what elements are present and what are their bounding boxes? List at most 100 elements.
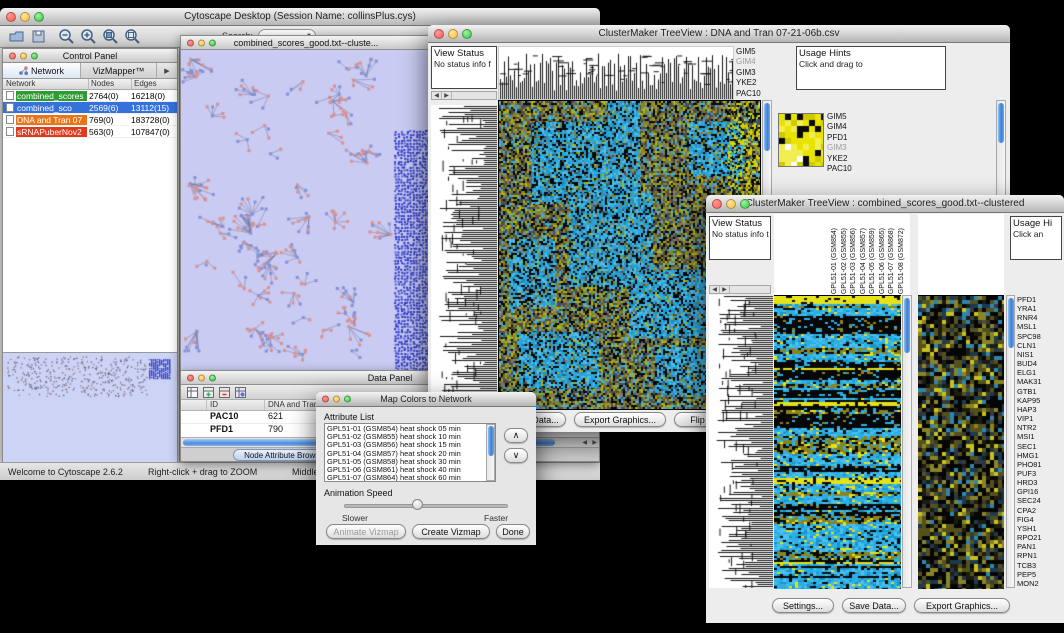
button-label: Create Vizmap bbox=[421, 527, 480, 537]
zoom-button[interactable] bbox=[740, 199, 750, 209]
zoom-button[interactable] bbox=[344, 396, 351, 403]
minimize-button[interactable] bbox=[333, 396, 340, 403]
attribute-item[interactable]: GPL51-06 (GSM861) heat shock 40 min bbox=[327, 466, 493, 474]
network-view-titlebar[interactable]: combined_scores_good.txt--cluste... bbox=[181, 36, 431, 50]
zoom-out-icon[interactable] bbox=[58, 28, 75, 45]
network-list-row[interactable]: combined_scores2764(0)16218(0) bbox=[3, 90, 177, 102]
tv2-dendro-hscrollbar[interactable]: ◀ ▶ bbox=[709, 285, 771, 294]
zoom-button[interactable] bbox=[209, 39, 216, 46]
tv1-dendro-hscrollbar[interactable]: ◀ ▶ bbox=[431, 91, 497, 100]
tab-vizmapper[interactable]: VizMapper™ bbox=[81, 63, 157, 78]
attribute-item[interactable]: GPL51-03 (GSM856) heat shock 15 min bbox=[327, 441, 493, 449]
close-button[interactable] bbox=[434, 29, 444, 39]
minimize-button[interactable] bbox=[726, 199, 736, 209]
vscroll-thumb[interactable] bbox=[764, 103, 770, 151]
birdseye-view-canvas[interactable] bbox=[3, 352, 177, 463]
save-session-icon[interactable] bbox=[30, 28, 47, 45]
tab-overflow-button[interactable]: ▶ bbox=[157, 63, 177, 78]
minimize-button[interactable] bbox=[20, 52, 27, 59]
column-label: GPL51-05 (GSM859) bbox=[869, 228, 876, 294]
delete-attribute-icon[interactable] bbox=[219, 387, 230, 398]
select-attributes-icon[interactable] bbox=[187, 387, 198, 398]
network-list-row[interactable]: sRNAPuberNov2563(0)107847(0) bbox=[3, 126, 177, 138]
zoom-in-icon[interactable] bbox=[80, 28, 97, 45]
close-button[interactable] bbox=[187, 39, 194, 46]
tv1-column-dendrogram[interactable] bbox=[498, 46, 734, 100]
scroll-right-arrow[interactable]: ▶ bbox=[592, 439, 597, 446]
scroll-right-arrow[interactable]: ▶ bbox=[720, 286, 730, 293]
scroll-right-arrow[interactable]: ▶ bbox=[442, 92, 452, 99]
gene-label: GIM3 bbox=[736, 68, 770, 78]
create-vizmap-button[interactable]: Create Vizmap bbox=[412, 524, 490, 539]
zoom-fit-icon[interactable] bbox=[124, 28, 141, 45]
create-attribute-icon[interactable] bbox=[203, 387, 214, 398]
column-header-network[interactable]: Network bbox=[3, 79, 89, 89]
tv1-row-dendrogram[interactable] bbox=[431, 105, 497, 408]
tv2-save-data-button[interactable]: Save Data... bbox=[842, 598, 906, 613]
speed-slider-thumb[interactable] bbox=[412, 499, 423, 510]
vscroll-thumb[interactable] bbox=[904, 298, 910, 353]
attribute-item[interactable]: GPL51-04 (GSM857) heat shock 20 min bbox=[327, 450, 493, 458]
scroll-left-arrow[interactable]: ◀ bbox=[432, 92, 442, 99]
attribute-item[interactable]: GPL51-05 (GSM858) heat shock 30 min bbox=[327, 458, 493, 466]
tv2-heatmap-vscrollbar[interactable] bbox=[902, 295, 912, 588]
move-up-button[interactable]: ∧ bbox=[504, 428, 528, 443]
tv2-titlebar[interactable]: ClusterMaker TreeView : combined_scores_… bbox=[706, 195, 1064, 213]
close-button[interactable] bbox=[187, 374, 194, 381]
done-button[interactable]: Done bbox=[496, 524, 530, 539]
attribute-item[interactable]: GPL51-02 (GSM855) heat shock 10 min bbox=[327, 433, 493, 441]
zoom-button[interactable] bbox=[462, 29, 472, 39]
attribute-item[interactable]: GPL51-01 (GSM854) heat shock 05 min bbox=[327, 425, 493, 433]
map-dialog-titlebar[interactable]: Map Colors to Network bbox=[316, 392, 536, 407]
minimize-button[interactable] bbox=[198, 39, 205, 46]
vscroll-thumb[interactable] bbox=[488, 426, 494, 456]
network-list-row[interactable]: DNA and Tran 07769(0)183728(0) bbox=[3, 114, 177, 126]
tv2-window-title: ClusterMaker TreeView : combined_scores_… bbox=[746, 198, 1025, 209]
tv1-summary-heatmap[interactable] bbox=[778, 113, 824, 167]
tv2-view-status-panel: View Status No status info t bbox=[709, 216, 771, 260]
up-arrow-icon: ∧ bbox=[513, 430, 520, 441]
close-button[interactable] bbox=[6, 12, 16, 22]
minimize-button[interactable] bbox=[448, 29, 458, 39]
tv2-heatmap-canvas[interactable] bbox=[774, 295, 901, 589]
vscroll-thumb[interactable] bbox=[998, 103, 1004, 143]
attribute-item[interactable]: GPL51-07 (GSM864) heat shock 60 min bbox=[327, 474, 493, 482]
close-button[interactable] bbox=[712, 199, 722, 209]
speed-slider-track[interactable] bbox=[344, 504, 508, 508]
open-session-icon[interactable] bbox=[8, 28, 25, 45]
control-panel-titlebar[interactable]: Control Panel bbox=[3, 49, 177, 63]
close-button[interactable] bbox=[9, 52, 16, 59]
tab-network[interactable]: Network bbox=[3, 63, 81, 78]
attribute-list-scrollbar[interactable] bbox=[486, 424, 495, 481]
attribute-function-icon[interactable] bbox=[235, 387, 246, 398]
column-header-edges[interactable]: Edges bbox=[132, 79, 177, 89]
tv2-genelist-vscrollbar[interactable] bbox=[1006, 295, 1015, 588]
tv2-row-dendrogram[interactable] bbox=[709, 295, 773, 588]
network-graph-canvas[interactable] bbox=[181, 50, 431, 371]
zoom-button[interactable] bbox=[31, 52, 38, 59]
zoom-selected-icon[interactable] bbox=[102, 28, 119, 45]
column-header-id[interactable]: ID bbox=[207, 400, 265, 410]
tv2-settings-button[interactable]: Settings... bbox=[772, 598, 834, 613]
vscroll-thumb[interactable] bbox=[1008, 298, 1014, 348]
column-header-nodes[interactable]: Nodes bbox=[89, 79, 132, 89]
scroll-left-arrow[interactable]: ◀ bbox=[582, 439, 587, 446]
minimize-button[interactable] bbox=[198, 374, 205, 381]
scroll-left-arrow[interactable]: ◀ bbox=[710, 286, 720, 293]
frame-controls bbox=[187, 374, 216, 381]
network-file-icon bbox=[6, 103, 14, 112]
tv1-export-graphics-button[interactable]: Export Graphics... bbox=[574, 412, 666, 427]
tv2-export-graphics-button[interactable]: Export Graphics... bbox=[914, 598, 1010, 613]
minimize-button[interactable] bbox=[20, 12, 30, 22]
gene-label: GIM3 bbox=[827, 143, 871, 153]
main-titlebar[interactable]: Cytoscape Desktop (Session Name: collins… bbox=[0, 8, 600, 26]
tv1-titlebar[interactable]: ClusterMaker TreeView : DNA and Tran 07-… bbox=[428, 25, 1010, 43]
move-down-button[interactable]: ∨ bbox=[504, 448, 528, 463]
zoom-button[interactable] bbox=[34, 12, 44, 22]
zoom-button[interactable] bbox=[209, 374, 216, 381]
tv2-secondary-heatmap-canvas[interactable] bbox=[918, 295, 1004, 589]
gene-label: ELG1 bbox=[1017, 368, 1062, 377]
close-button[interactable] bbox=[322, 396, 329, 403]
network-list-row[interactable]: combined_sco2569(6)13112(15) bbox=[3, 102, 177, 114]
attribute-list[interactable]: GPL51-01 (GSM854) heat shock 05 minGPL51… bbox=[324, 423, 496, 482]
